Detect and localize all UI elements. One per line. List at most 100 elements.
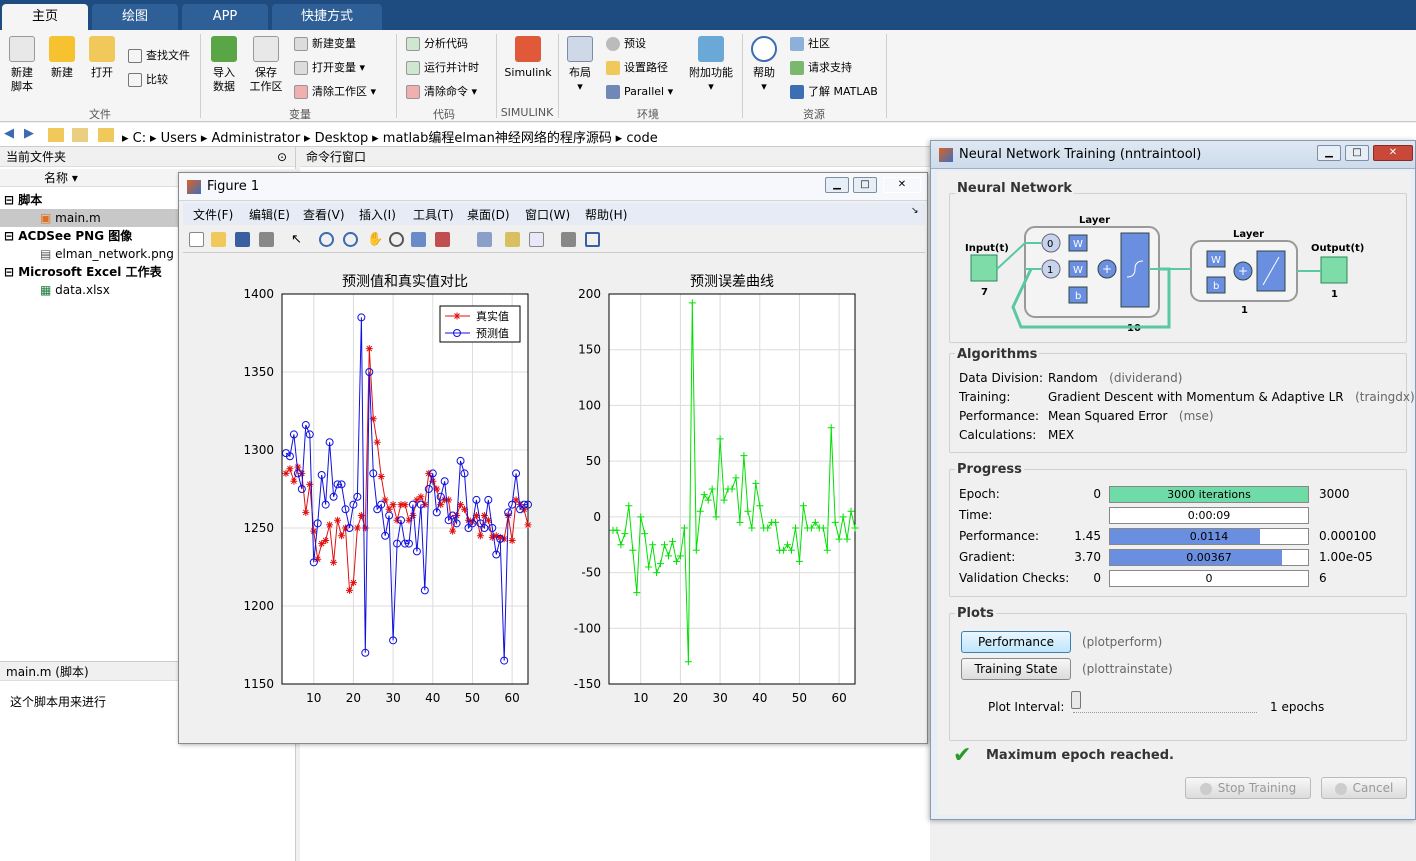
set-path-icon <box>606 61 620 75</box>
pan-hand-icon[interactable]: ✋ <box>367 232 383 247</box>
x-tick-label: 50 <box>465 691 480 705</box>
menu-tools[interactable]: 工具(T) <box>413 206 454 223</box>
data-point <box>302 508 310 516</box>
data-point <box>290 477 298 485</box>
plot-interval-slider-thumb[interactable] <box>1071 691 1081 709</box>
figure-titlebar[interactable]: Figure 1 ▁ □ ✕ <box>179 173 927 201</box>
minimize-button[interactable]: ▁ <box>825 177 849 193</box>
breadcrumb-item[interactable]: Users <box>161 131 197 146</box>
plot-interval-label: Plot Interval: <box>988 700 1065 714</box>
set-path-button[interactable]: 设置路径 <box>606 58 668 78</box>
run-time-icon <box>406 61 420 75</box>
breadcrumb-item[interactable]: Desktop <box>315 131 369 146</box>
tab-plots[interactable]: 绘图 <box>92 4 178 30</box>
run-and-time-button[interactable]: 运行并计时 <box>406 58 479 78</box>
nntraintool-titlebar[interactable]: Neural Network Training (nntraintool) ▁ … <box>931 141 1415 169</box>
nntraintool-title: Neural Network Training (nntraintool) <box>959 147 1202 162</box>
close-button[interactable]: ✕ <box>883 177 921 193</box>
open-variable-button[interactable]: 打开变量 ▾ <box>294 58 365 78</box>
progress-start-value: 1.45 <box>1074 529 1101 543</box>
maximize-button[interactable]: □ <box>853 177 877 193</box>
zoom-out-icon[interactable] <box>343 232 358 247</box>
minimize-button[interactable]: ▁ <box>1317 145 1341 161</box>
tab-shortcuts[interactable]: 快捷方式 <box>272 4 382 30</box>
import-data-button[interactable]: 导入 数据 <box>208 36 240 94</box>
clear-commands-button[interactable]: 清除命令 ▾ <box>406 82 477 102</box>
data-cursor-icon[interactable] <box>411 232 426 247</box>
colorbar-icon[interactable] <box>505 232 520 247</box>
save-icon[interactable] <box>235 232 250 247</box>
data-point <box>365 345 373 353</box>
menu-file[interactable]: 文件(F) <box>193 206 233 223</box>
menu-insert[interactable]: 插入(I) <box>359 206 396 223</box>
new-button[interactable]: 新建 <box>46 36 78 80</box>
new-variable-button[interactable]: 新建变量 <box>294 34 356 54</box>
collapse-icon[interactable]: ⊟ <box>0 193 18 207</box>
dock-arrow-icon[interactable]: ↘ <box>911 206 919 216</box>
zoom-in-icon[interactable] <box>319 232 334 247</box>
menu-edit[interactable]: 编辑(E) <box>249 206 290 223</box>
plot-performance-button[interactable]: Performance <box>961 631 1071 653</box>
y-tick-label: 1250 <box>243 521 274 535</box>
request-support-button[interactable]: 请求支持 <box>790 58 852 78</box>
menu-desktop[interactable]: 桌面(D) <box>467 206 510 223</box>
figure-svg: 10 20 30 40 50 60 1150 1200 1250 1300 1350 1400 预测值和… <box>243 274 859 705</box>
show-plot-tools-icon[interactable] <box>585 232 600 247</box>
menu-help[interactable]: 帮助(H) <box>585 206 627 223</box>
up-folder-icon[interactable] <box>48 128 64 142</box>
clear-workspace-button[interactable]: 清除工作区 ▾ <box>294 82 376 102</box>
cursor-arrow-icon[interactable]: ↖ <box>291 232 306 247</box>
new-script-button[interactable]: 新建 脚本 <box>6 36 38 94</box>
legend-icon[interactable] <box>529 232 544 247</box>
layout-button[interactable]: 布局 ▾ <box>564 36 596 94</box>
collapse-icon[interactable]: ⊟ <box>0 265 18 279</box>
stop-training-button[interactable]: Stop Training <box>1185 777 1311 799</box>
menu-view[interactable]: 查看(V) <box>303 206 345 223</box>
breadcrumb-item[interactable]: Administrator <box>212 131 301 146</box>
cancel-button[interactable]: Cancel <box>1321 777 1407 799</box>
tab-home[interactable]: 主页 <box>2 4 88 30</box>
tab-apps[interactable]: APP <box>182 4 268 30</box>
print-icon[interactable] <box>259 232 274 247</box>
parallel-button[interactable]: Parallel ▾ <box>606 82 673 102</box>
progress-bar: 0.00367 <box>1109 549 1309 566</box>
breadcrumb-item[interactable]: matlab编程elman神经网络的程序源码 <box>383 131 612 146</box>
browse-folder-icon[interactable] <box>72 128 88 142</box>
find-files-button[interactable]: 查找文件 <box>128 46 190 66</box>
learn-matlab-button[interactable]: 了解 MATLAB <box>790 82 878 102</box>
collapse-icon[interactable]: ⊟ <box>0 229 18 243</box>
panel-menu-icon[interactable]: ⊙ <box>277 147 287 167</box>
community-button[interactable]: 社区 <box>790 34 830 54</box>
plot-interval-slider-track[interactable] <box>1073 701 1257 713</box>
addons-button[interactable]: 附加功能 ▾ <box>688 36 734 94</box>
menu-window[interactable]: 窗口(W) <box>525 206 570 223</box>
plot-training-state-button[interactable]: Training State <box>961 658 1071 680</box>
new-figure-icon[interactable] <box>189 232 204 247</box>
rotate-icon[interactable] <box>389 232 404 247</box>
layer1-label: Layer <box>1079 215 1110 226</box>
hide-plot-tools-icon[interactable] <box>561 232 576 247</box>
maximize-button[interactable]: □ <box>1345 145 1369 161</box>
breadcrumb-item[interactable]: C: <box>133 131 146 146</box>
root-folder-icon[interactable] <box>98 128 114 142</box>
forward-arrow-icon[interactable]: ▶ <box>24 126 34 141</box>
simulink-button[interactable]: Simulink <box>502 36 554 80</box>
open-file-icon[interactable] <box>211 232 226 247</box>
data-point <box>334 516 342 524</box>
ribbon-separator <box>886 34 887 118</box>
link-plot-icon[interactable] <box>477 232 492 247</box>
analyze-code-button[interactable]: 分析代码 <box>406 34 468 54</box>
brush-icon[interactable] <box>435 232 450 247</box>
save-workspace-button[interactable]: 保存 工作区 <box>248 36 284 94</box>
progress-bar-text: 0:00:09 <box>1187 509 1231 522</box>
compare-button[interactable]: 比较 <box>128 70 168 90</box>
breadcrumb-item[interactable]: code <box>626 131 657 146</box>
help-button[interactable]: 帮助 ▾ <box>748 36 780 94</box>
back-arrow-icon[interactable]: ◀ <box>4 126 14 141</box>
network-section-title: Neural Network <box>955 181 1075 196</box>
gear-icon <box>606 37 620 51</box>
close-button[interactable]: ✕ <box>1373 145 1413 161</box>
open-button[interactable]: 打开 <box>86 36 118 80</box>
clear-workspace-icon <box>294 85 308 99</box>
preferences-button[interactable]: 预设 <box>606 34 646 54</box>
